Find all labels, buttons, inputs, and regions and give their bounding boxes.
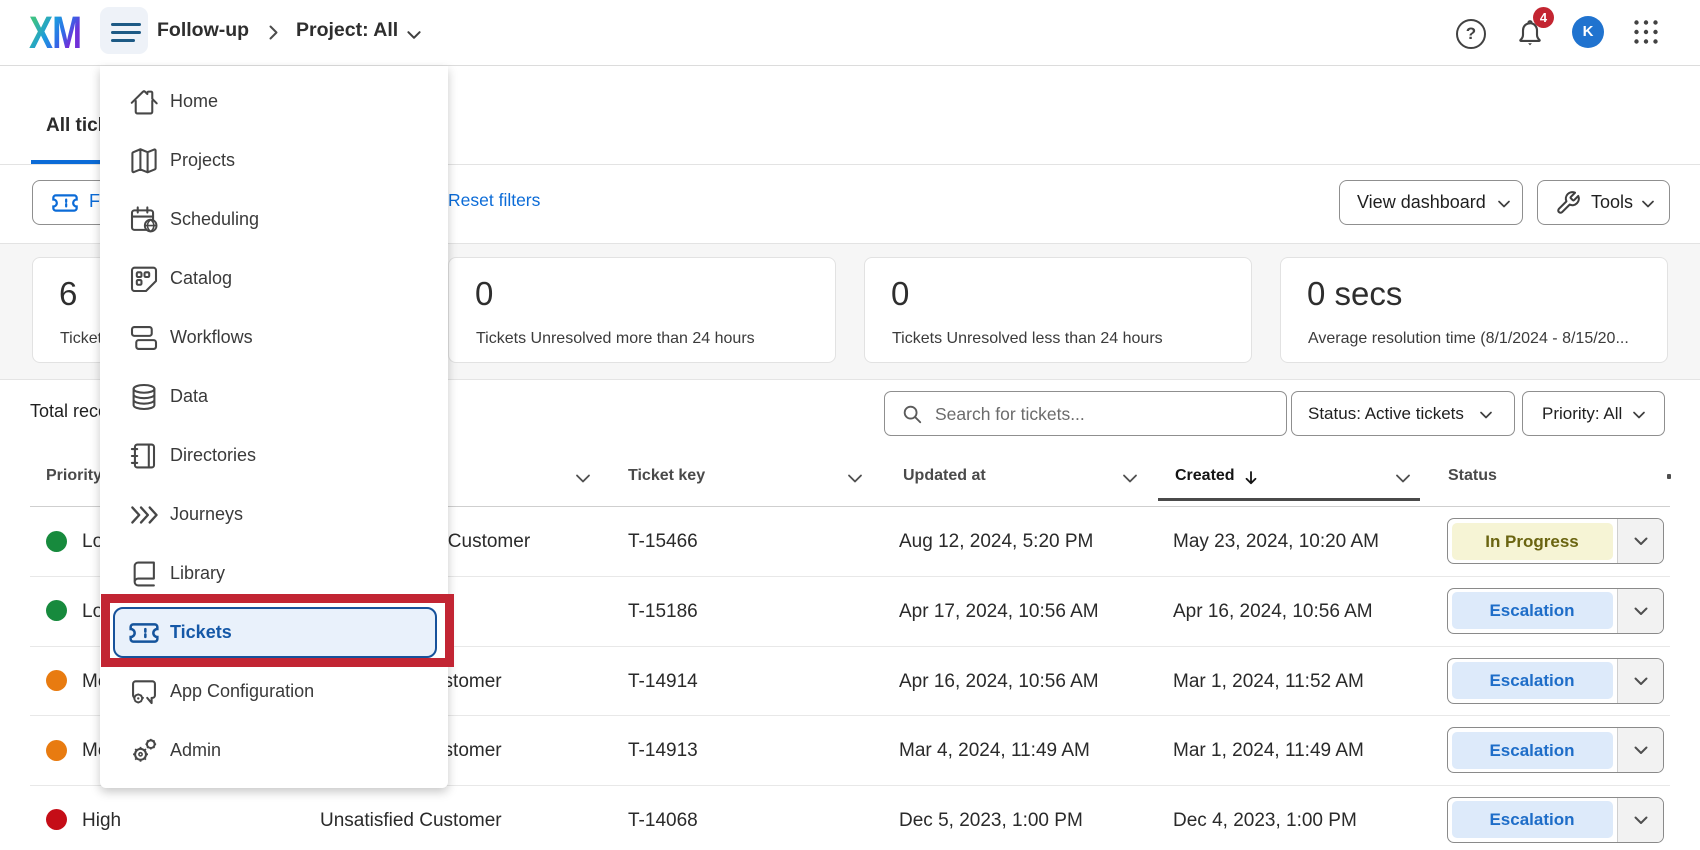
- svg-text:XM: XM: [29, 15, 81, 51]
